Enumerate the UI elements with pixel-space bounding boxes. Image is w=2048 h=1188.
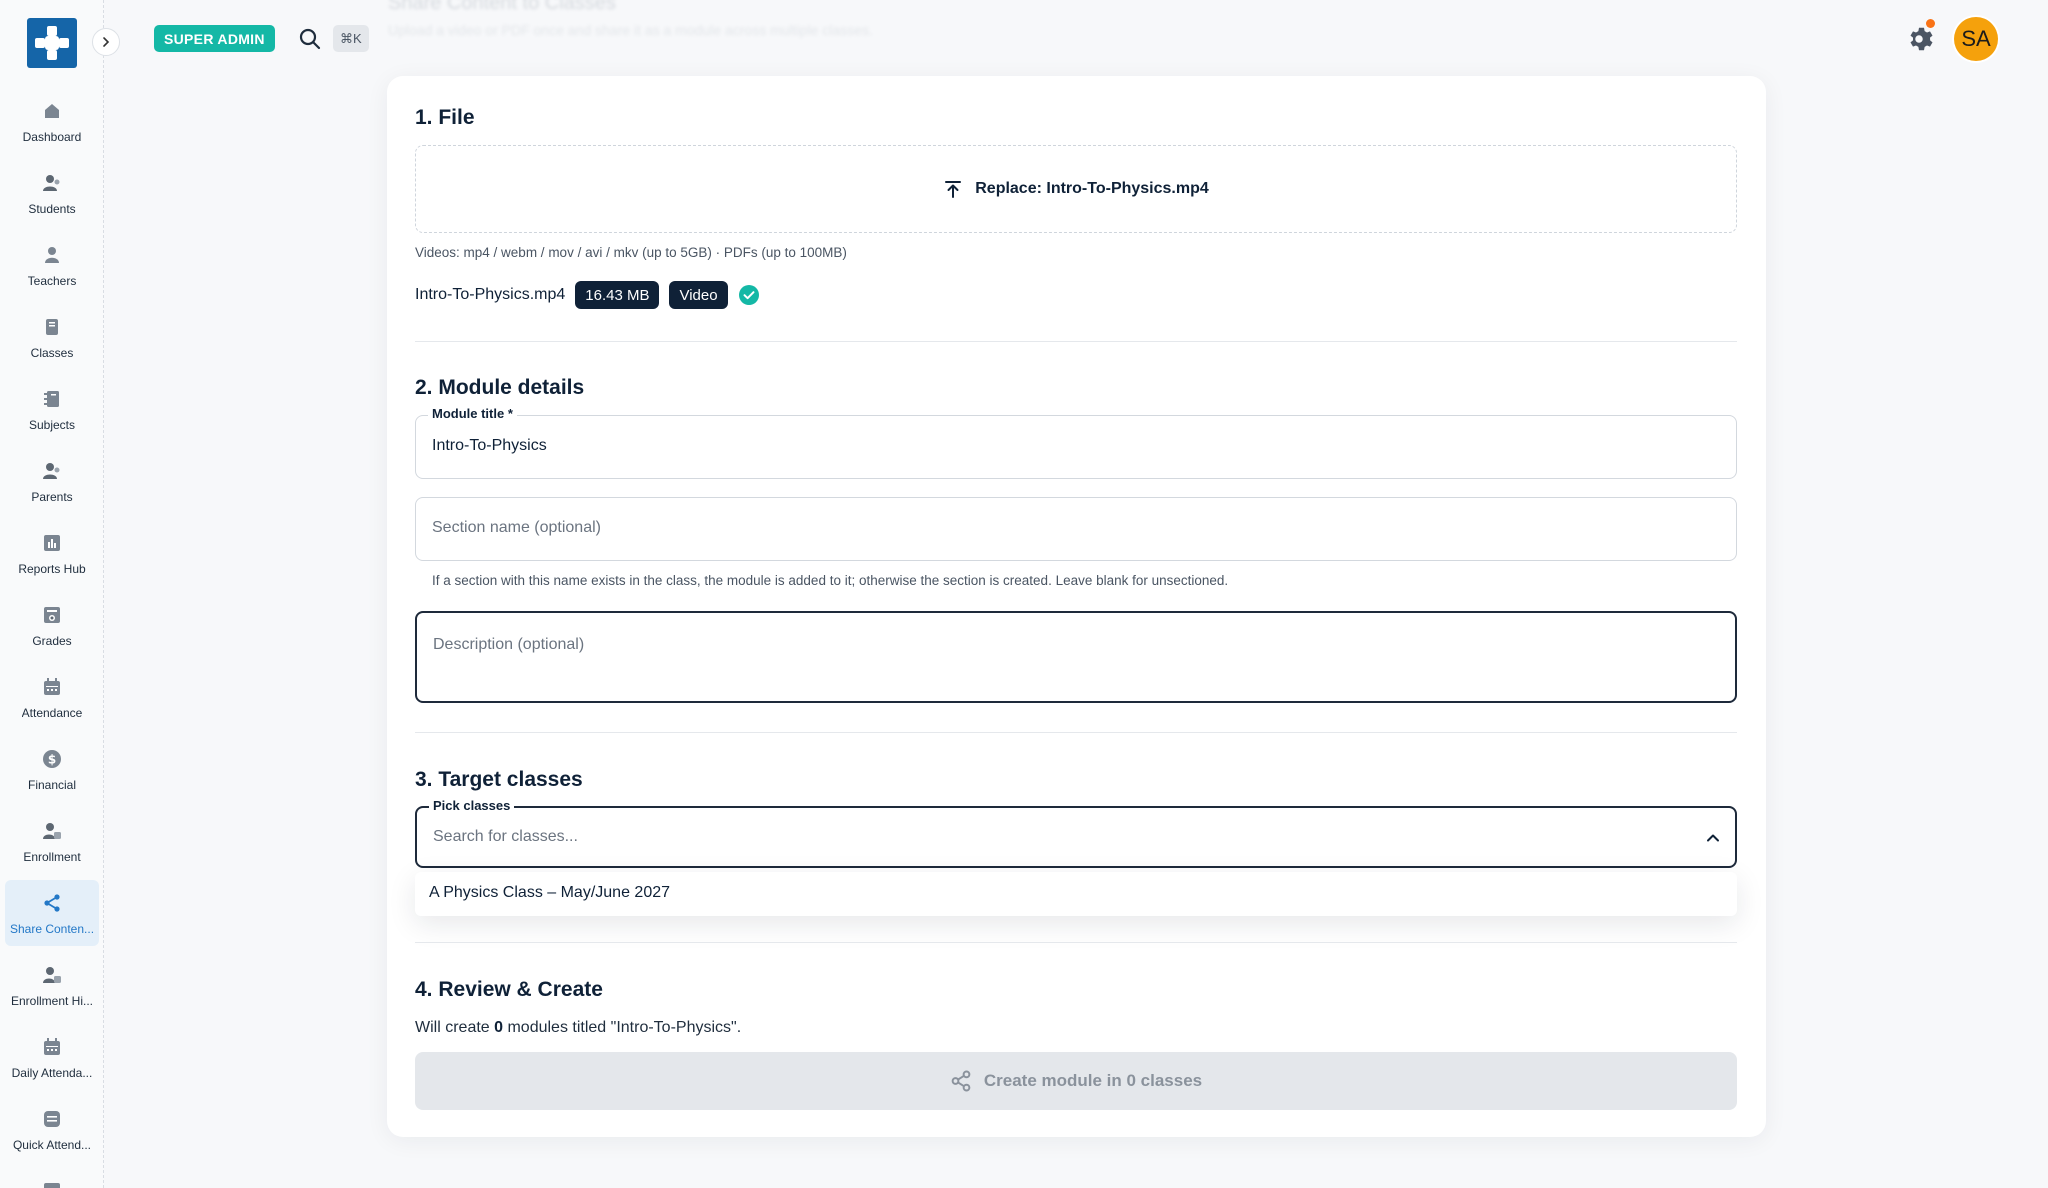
chevron-up-icon[interactable] <box>1705 830 1721 846</box>
create-module-label: Create module in 0 classes <box>983 1071 1203 1090</box>
sidebar-item-subjects[interactable]: Subjects <box>5 376 99 442</box>
document-icon <box>41 1180 63 1188</box>
dollar-icon: $ <box>41 748 63 770</box>
sidebar-item-enrollment-history[interactable]: Enrollment Hi... <box>5 952 99 1018</box>
sidebar-item-students[interactable]: Students <box>5 160 99 226</box>
quick-attendance-icon <box>41 1108 63 1130</box>
sidebar-item-attendance[interactable]: Attendance <box>5 664 99 730</box>
sidebar-item-grades[interactable]: Grades <box>5 592 99 658</box>
share-content-form: 1. File Replace: Intro-To-Physics.mp4 Vi… <box>387 76 1766 1137</box>
calendar-icon <box>41 676 63 698</box>
file-dropzone[interactable]: Replace: Intro-To-Physics.mp4 <box>415 145 1737 233</box>
sidebar-item-label: Subjects <box>28 418 76 432</box>
review-suffix: modules titled "Intro-To-Physics". <box>503 1019 742 1036</box>
sidebar-item-dashboard[interactable]: Dashboard <box>5 88 99 154</box>
create-module-button[interactable]: Create module in 0 classes <box>415 1052 1737 1110</box>
teacher-icon <box>41 244 63 266</box>
pick-classes-combobox[interactable]: Pick classes Search for classes... <box>415 798 1737 868</box>
class-options-dropdown: A Physics Class – May/June 2027 <box>415 872 1737 916</box>
sidebar-item-enrollment[interactable]: Enrollment <box>5 808 99 874</box>
divider <box>415 341 1737 342</box>
sidebar-item-reports-hub[interactable]: Reports Hub <box>5 520 99 586</box>
search-icon[interactable] <box>298 27 322 51</box>
sidebar-item-label: Reports Hub <box>18 562 86 576</box>
upload-icon <box>945 181 962 198</box>
review-prefix: Will create <box>415 1019 495 1036</box>
sidebar-item-label: Teachers <box>27 274 77 288</box>
page-heading: Share Content to Classes <box>388 0 616 14</box>
section-title-file: 1. File <box>415 106 475 129</box>
enrollment-history-icon <box>41 964 63 986</box>
notification-dot <box>1926 19 1935 28</box>
sidebar-item-more[interactable] <box>5 1168 99 1188</box>
file-name: Intro-To-Physics.mp4 <box>415 286 566 303</box>
sidebar-item-parents[interactable]: Parents <box>5 448 99 514</box>
sidebar-item-label: Enrollment Hi... <box>10 994 94 1008</box>
description-field[interactable]: Description (optional) <box>415 611 1737 703</box>
module-title-field[interactable]: Module title * Intro-To-Physics <box>415 406 1737 479</box>
svg-text:$: $ <box>48 753 56 767</box>
module-title-value[interactable]: Intro-To-Physics <box>432 437 547 455</box>
notebook-icon <box>41 388 63 410</box>
sidebar-item-label: Financial <box>27 778 77 792</box>
sidebar-item-label: Grades <box>32 634 72 648</box>
divider <box>415 942 1737 943</box>
sidebar-item-daily-attendance[interactable]: Daily Attenda... <box>5 1024 99 1090</box>
file-type-badge: Video <box>669 281 728 309</box>
replace-file-label: Replace: Intro-To-Physics.mp4 <box>975 180 1209 197</box>
section-title-target-classes: 3. Target classes <box>415 768 583 791</box>
section-title-review: 4. Review & Create <box>415 978 603 1001</box>
gear-icon[interactable] <box>1904 24 1934 54</box>
sidebar-item-share-content[interactable]: Share Conten... <box>5 880 99 946</box>
avatar[interactable]: SA <box>1954 17 1998 61</box>
sidebar-expand-button[interactable] <box>92 28 120 56</box>
page-subtitle: Upload a video or PDF once and share it … <box>388 22 873 38</box>
section-name-placeholder: Section name (optional) <box>432 519 601 536</box>
sidebar-item-label: Share Conten... <box>9 922 95 936</box>
sidebar-item-label: Dashboard <box>22 130 82 144</box>
review-summary: Will create 0 modules titled "Intro-To-P… <box>415 1019 741 1037</box>
module-count: 0 <box>494 1019 504 1036</box>
students-icon <box>41 172 63 194</box>
file-format-help: Videos: mp4 / webm / mov / avi / mkv (up… <box>415 245 847 260</box>
description-placeholder: Description (optional) <box>433 636 585 653</box>
section-name-help: If a section with this name exists in th… <box>432 573 1229 588</box>
class-search-input[interactable]: Search for classes... <box>433 828 578 846</box>
enrollment-icon <box>41 820 63 842</box>
file-size-badge: 16.43 MB <box>575 281 660 309</box>
parents-icon <box>41 460 63 482</box>
sidebar-item-label: Classes <box>30 346 74 360</box>
sidebar-item-label: Students <box>28 202 76 216</box>
sidebar-item-financial[interactable]: $ Financial <box>5 736 99 802</box>
sidebar: Dashboard Students Teachers Classes Subj… <box>0 0 120 1188</box>
sidebar-item-label: Daily Attenda... <box>11 1066 93 1080</box>
app-logo[interactable] <box>27 18 77 68</box>
sidebar-item-label: Quick Attend... <box>12 1138 92 1152</box>
section-title-module-details: 2. Module details <box>415 376 585 399</box>
divider <box>415 732 1737 733</box>
sidebar-item-teachers[interactable]: Teachers <box>5 232 99 298</box>
sidebar-item-label: Parents <box>31 490 73 504</box>
role-badge: SUPER ADMIN <box>154 25 275 52</box>
sidebar-item-label: Attendance <box>21 706 83 720</box>
calendar-icon <box>41 1036 63 1058</box>
chevron-right-icon <box>103 37 110 47</box>
share-icon <box>951 1070 971 1092</box>
grades-icon <box>41 604 63 626</box>
chart-icon <box>41 532 63 554</box>
selected-file-row: Intro-To-Physics.mp4 16.43 MB Video <box>415 281 760 309</box>
home-icon <box>41 100 63 122</box>
sidebar-item-classes[interactable]: Classes <box>5 304 99 370</box>
sidebar-item-label: Enrollment <box>23 850 81 864</box>
check-circle-icon <box>738 285 759 305</box>
sidebar-item-quick-attendance[interactable]: Quick Attend... <box>5 1096 99 1162</box>
share-icon <box>41 892 63 914</box>
book-icon <box>41 316 63 338</box>
search-shortcut-badge[interactable]: ⌘K <box>333 25 369 52</box>
section-name-field[interactable]: Section name (optional) <box>415 497 1737 561</box>
class-option[interactable]: A Physics Class – May/June 2027 <box>429 884 670 902</box>
pick-classes-label: Pick classes <box>429 798 515 813</box>
module-title-label: Module title * <box>428 406 517 421</box>
